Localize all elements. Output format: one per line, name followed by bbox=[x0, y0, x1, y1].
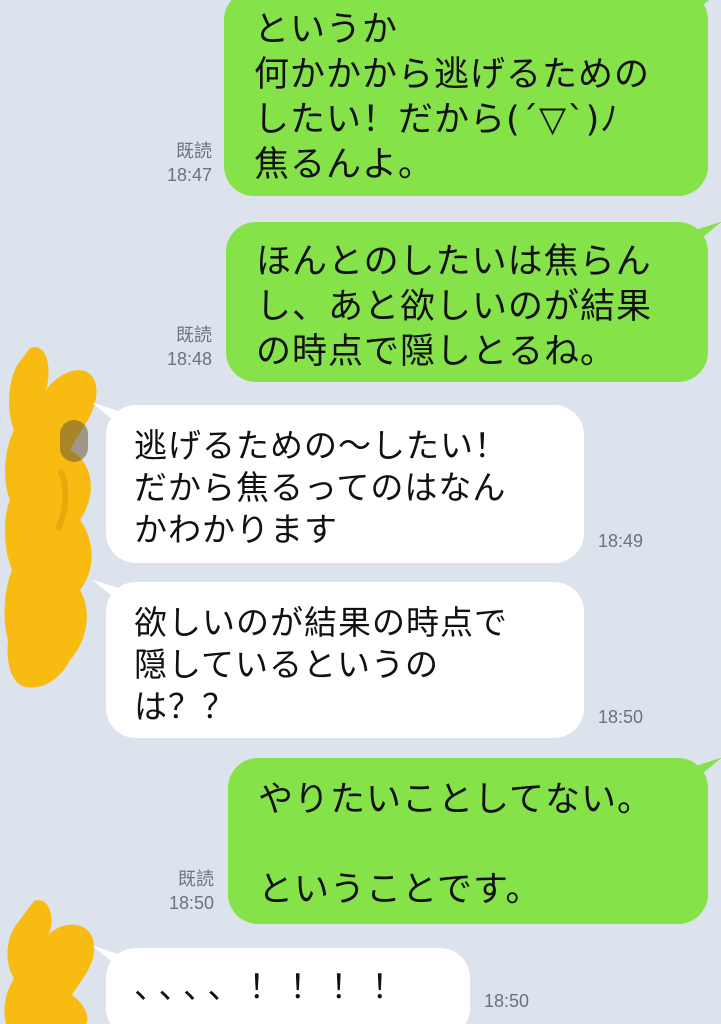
message-meta: 既読 18:50 bbox=[152, 868, 214, 914]
message-time: 18:48 bbox=[166, 349, 212, 369]
received-message-bubble[interactable]: 逃げるための〜したい！ だから焦るってのはなん かわかります bbox=[106, 405, 584, 563]
read-receipt: 既読 bbox=[176, 325, 212, 345]
message-time: 18:50 bbox=[598, 707, 644, 727]
received-message-bubble[interactable]: 欲しいのが結果の時点で 隠しているというの は？？ bbox=[106, 582, 584, 738]
received-message-bubble[interactable]: 、、、、！！！！ bbox=[106, 948, 470, 1024]
message-time: 18:49 bbox=[598, 531, 644, 551]
read-receipt: 既読 bbox=[178, 869, 214, 889]
message-meta: 既読 18:47 bbox=[150, 140, 212, 186]
message-time: 18:50 bbox=[168, 893, 214, 913]
avatar-edge bbox=[60, 420, 88, 462]
chat-history[interactable]: というか 何かかから逃げるための したい！だから(´▽`)ﾉ 焦るんよ。 既読 … bbox=[0, 0, 721, 1024]
avatar-redacted-scribble bbox=[4, 347, 97, 688]
message-meta: 既読 18:48 bbox=[150, 324, 212, 370]
message-time: 18:50 bbox=[484, 991, 530, 1011]
sent-message-bubble[interactable]: ほんとのしたいは焦らん し、あと欲しいのが結果 の時点で隠しとるね。 bbox=[226, 222, 708, 382]
message-time: 18:47 bbox=[166, 165, 212, 185]
read-receipt: 既読 bbox=[176, 141, 212, 161]
sent-message-bubble[interactable]: というか 何かかから逃げるための したい！だから(´▽`)ﾉ 焦るんよ。 bbox=[224, 0, 708, 196]
sent-message-bubble[interactable]: やりたいことしてない。 ということです。 bbox=[228, 758, 708, 924]
